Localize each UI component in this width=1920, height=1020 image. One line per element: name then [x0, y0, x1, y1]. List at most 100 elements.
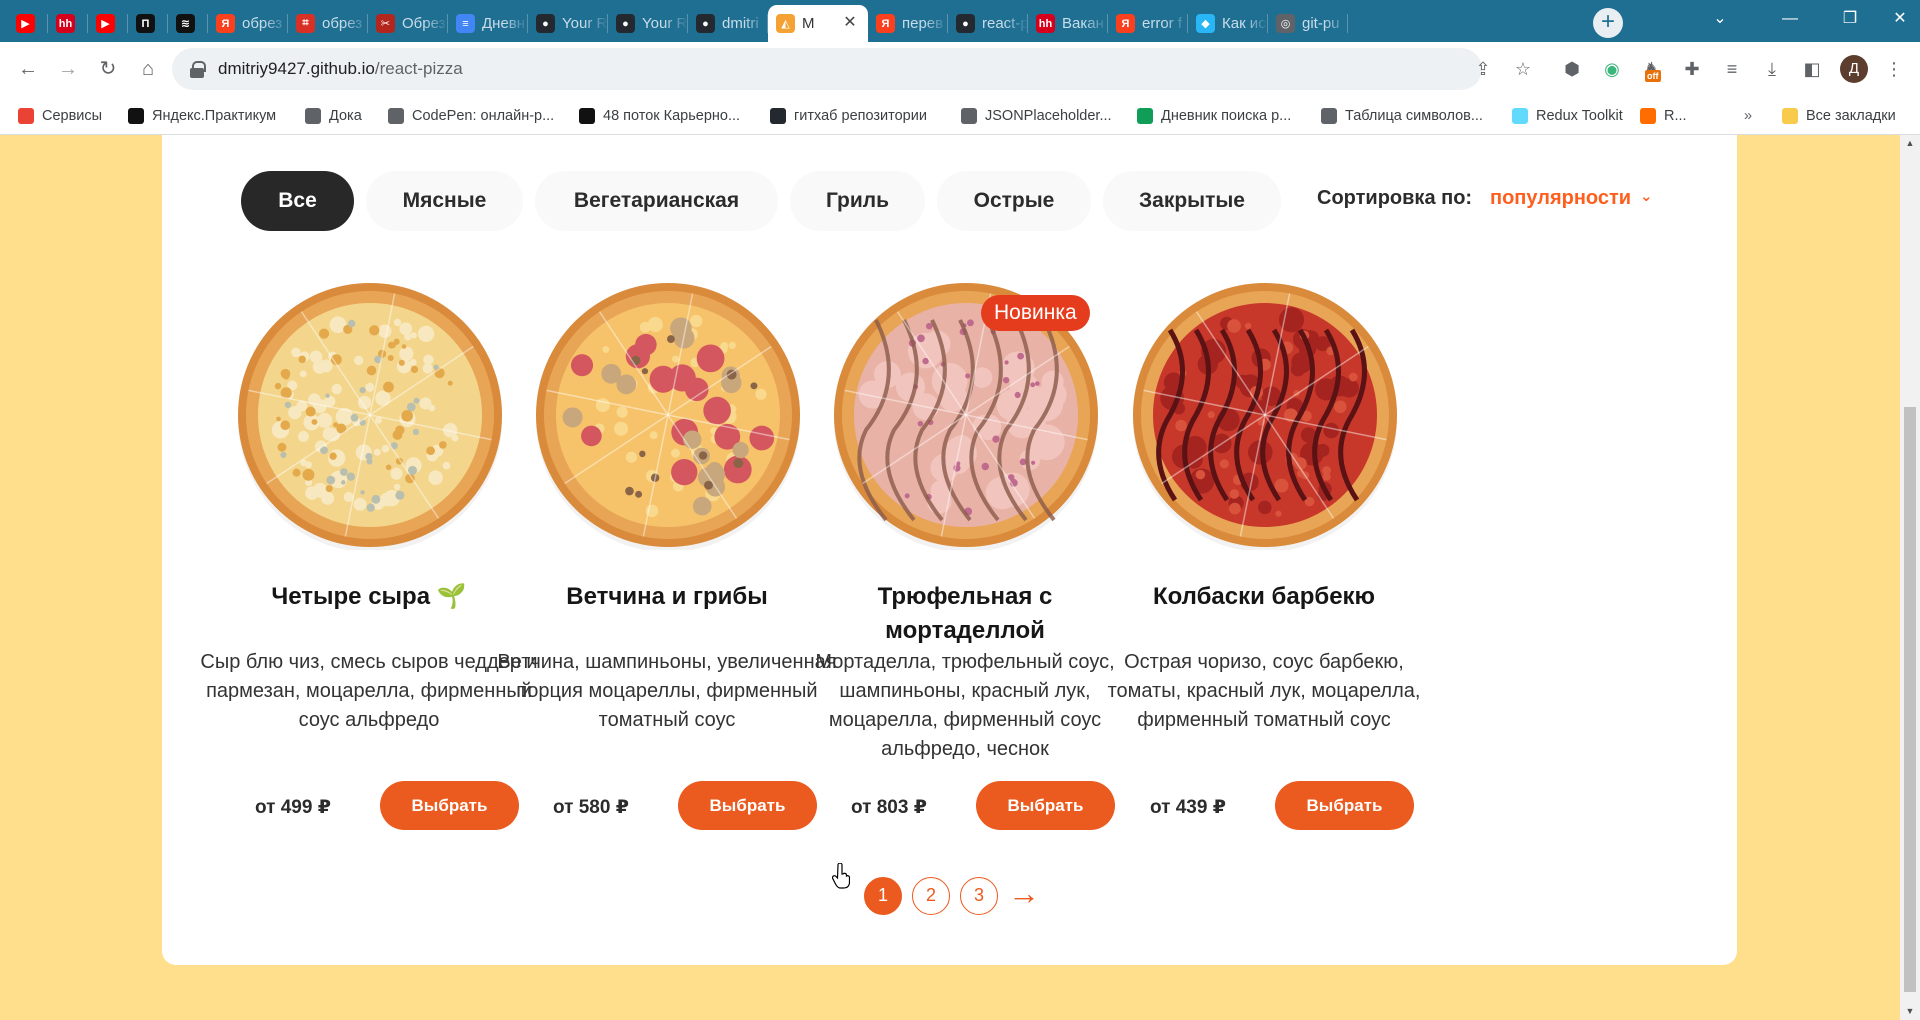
bookmark-item[interactable]: гитхаб репозитории [770, 106, 927, 126]
back-arrow-icon[interactable]: ← [12, 53, 44, 85]
github-icon: ● [536, 14, 555, 33]
tab[interactable]: Яerror f [1108, 5, 1188, 42]
page-number-button[interactable]: 1 [864, 877, 902, 915]
pizza-name-text: Четыре сыра [271, 583, 431, 610]
bookmark-label: JSONPlaceholder... [985, 108, 1112, 124]
bookmark-item[interactable]: 48 поток Карьерно... [579, 106, 740, 126]
tab[interactable]: ▶ [8, 5, 48, 42]
tab-fade [1164, 5, 1188, 42]
globe-icon [1321, 108, 1337, 124]
scroll-up-icon[interactable]: ▲ [1900, 135, 1920, 152]
side-panel-icon[interactable]: ◧ [1798, 55, 1826, 83]
tab-active[interactable]: ◭ M ✕ [768, 5, 868, 42]
tab-fade [264, 5, 288, 42]
lock-icon[interactable] [190, 61, 206, 78]
category-tab[interactable]: Все [241, 171, 354, 231]
hand-cursor-icon [832, 863, 850, 889]
pizza-name: Четыре сыра 🌱 [199, 580, 539, 614]
bookmarks-overflow-icon[interactable]: » [1744, 106, 1752, 126]
tab[interactable]: ≋ [168, 5, 208, 42]
pizza-image[interactable] [533, 280, 803, 550]
bookmark-item[interactable]: Дневник поиска р... [1137, 106, 1291, 126]
tab-separator [1347, 14, 1348, 33]
extension-green-icon[interactable]: ◉ [1598, 55, 1626, 83]
tab[interactable]: ●react-p [948, 5, 1028, 42]
share-icon[interactable]: ⇪ [1470, 56, 1496, 82]
pizza-image[interactable] [235, 280, 505, 550]
all-bookmarks[interactable]: Все закладки [1782, 106, 1896, 126]
tab[interactable]: hh [48, 5, 88, 42]
tab[interactable]: П [128, 5, 168, 42]
minimize-icon[interactable]: — [1760, 0, 1820, 38]
tab[interactable]: ◆Как ис [1188, 5, 1268, 42]
bookmark-label: 48 поток Карьерно... [603, 108, 741, 124]
sprout-icon: 🌱 [430, 583, 467, 610]
forward-arrow-icon[interactable]: → [52, 53, 84, 85]
close-window-icon[interactable]: ✕ [1880, 0, 1920, 38]
tab-fade [744, 5, 768, 42]
select-pizza-button[interactable]: Выбрать [1275, 781, 1414, 830]
close-tab-icon[interactable]: ✕ [841, 14, 859, 32]
tab[interactable]: ✂Обрез [368, 5, 448, 42]
tab-fade [344, 5, 368, 42]
bookmark-label: гитхаб репозитории [794, 108, 927, 124]
tab[interactable]: ◎ git-pu [1268, 5, 1348, 42]
category-tab[interactable]: Закрытые [1103, 171, 1281, 231]
tab-fade [1324, 5, 1348, 42]
chevron-down-icon[interactable]: ⌄ [1640, 187, 1653, 205]
pizza-card: Ветчина и грибы Ветчина, шампиньоны, увел… [497, 280, 837, 840]
page-scrollbar[interactable]: ▲ ▼ [1900, 135, 1920, 1020]
tab[interactable]: ⌗ обрез [288, 5, 368, 42]
tab[interactable]: ≡Дневн [448, 5, 528, 42]
sort-dropdown[interactable]: популярности [1490, 187, 1631, 210]
hh-icon: hh [1036, 14, 1055, 33]
pizza-card: Четыре сыра 🌱 Сыр блю чиз, смесь сыров че… [199, 280, 538, 840]
apps-grid-icon [18, 108, 34, 124]
practicum-icon [128, 108, 144, 124]
pizza-name-text: Трюфельная с мортаделлой [877, 583, 1053, 644]
page-number-button[interactable]: 2 [912, 877, 950, 915]
tab[interactable]: ●Your R [528, 5, 608, 42]
category-tab[interactable]: Острые [937, 171, 1091, 231]
bookmark-item[interactable]: JSONPlaceholder... [961, 106, 1112, 126]
tab[interactable]: ●Your R [608, 5, 688, 42]
menu-kebab-icon[interactable]: ⋮ [1880, 55, 1908, 83]
page-number-button[interactable]: 3 [960, 877, 998, 915]
category-tab[interactable]: Гриль [790, 171, 925, 231]
new-tab-button[interactable]: + [1593, 8, 1623, 38]
tab[interactable]: Яперев [868, 5, 948, 42]
practicum-icon: П [136, 14, 155, 33]
profile-avatar[interactable]: Д [1840, 55, 1868, 83]
restore-icon[interactable]: ❐ [1820, 0, 1880, 38]
category-tab[interactable]: Вегетарианская [535, 171, 778, 231]
tab[interactable]: Яобрез [208, 5, 288, 42]
next-page-arrow-icon[interactable]: → [1004, 873, 1044, 913]
bookmark-item[interactable]: CodePen: онлайн-р... [388, 106, 554, 126]
category-tab[interactable]: Мясные [366, 171, 523, 231]
extensions-puzzle-icon[interactable]: ✚ [1678, 55, 1706, 83]
bookmark-item[interactable]: Таблица символов... [1321, 106, 1483, 126]
reading-list-icon[interactable]: ≡ [1718, 55, 1746, 83]
tab-search-icon[interactable]: ⌄ [1690, 0, 1750, 38]
scroll-down-icon[interactable]: ▼ [1900, 1003, 1920, 1020]
address-bar[interactable]: dmitriy9427.github.io/react-pizza ⇪ ☆ [172, 48, 1531, 90]
tab[interactable]: hh Вакан [1028, 5, 1108, 42]
all-bookmarks-label: Все закладки [1806, 108, 1896, 124]
bookmark-item[interactable]: Сервисы [18, 106, 102, 126]
pizza-image[interactable] [1130, 280, 1400, 550]
reload-icon[interactable]: ↻ [92, 53, 124, 85]
tab[interactable]: ● dmitri [688, 5, 768, 42]
bookmark-item[interactable]: Дока [305, 106, 362, 126]
bookmark-item[interactable]: Redux Toolkit [1512, 106, 1623, 126]
home-icon[interactable]: ⌂ [132, 53, 164, 85]
tab[interactable]: ▶ [88, 5, 128, 42]
bookmark-star-icon[interactable]: ☆ [1510, 56, 1536, 82]
redux-icon [1512, 108, 1528, 124]
shield-extension-icon[interactable]: ⬢ [1558, 55, 1586, 83]
download-icon[interactable]: ⤓ [1758, 55, 1786, 83]
bookmark-item[interactable]: R... [1640, 106, 1687, 126]
bookmark-item[interactable]: Яндекс.Практикум [128, 106, 276, 126]
bookmark-label: Сервисы [42, 108, 103, 124]
scrollbar-thumb[interactable] [1904, 407, 1916, 992]
browser-toolbar: ← → ↻ ⌂ dmitriy9427.github.io/react-pizz… [0, 42, 1920, 97]
